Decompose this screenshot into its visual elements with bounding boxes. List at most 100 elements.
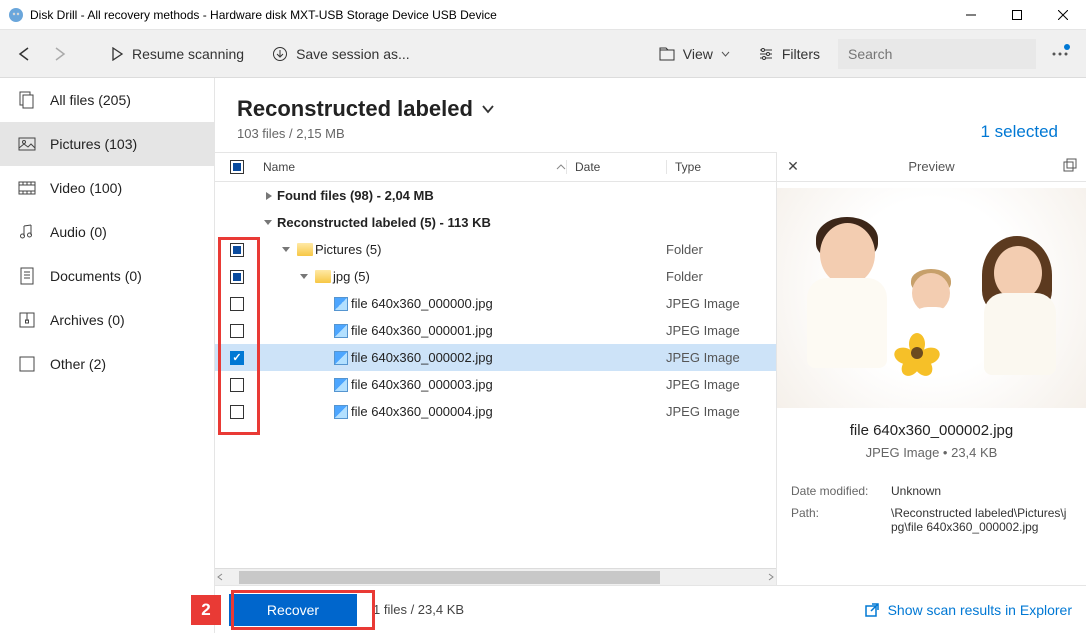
preview-filename: file 640x360_000002.jpg — [791, 422, 1072, 439]
sidebar-item-archives[interactable]: Archives (0) — [0, 298, 214, 342]
search-input[interactable] — [838, 39, 1036, 69]
row-type: JPEG Image — [666, 377, 776, 392]
tree-row-jpg[interactable]: jpg (5) Folder — [215, 263, 776, 290]
close-button[interactable] — [1040, 0, 1086, 30]
sidebar-item-label: Documents (0) — [50, 268, 142, 284]
popout-button[interactable] — [1060, 158, 1080, 175]
more-menu-button[interactable] — [1044, 38, 1076, 70]
row-label: file 640x360_000004.jpg — [351, 404, 566, 419]
chevron-down-icon — [481, 104, 495, 114]
save-session-label: Save session as... — [296, 46, 410, 62]
row-type: JPEG Image — [666, 350, 776, 365]
select-all-checkbox[interactable] — [230, 160, 244, 174]
folder-icon — [315, 270, 331, 283]
folder-icon — [659, 47, 675, 61]
checkbox[interactable] — [230, 243, 244, 257]
row-label: file 640x360_000000.jpg — [351, 296, 566, 311]
horizontal-scrollbar[interactable] — [215, 568, 776, 585]
file-row[interactable]: file 640x360_000001.jpg JPEG Image — [215, 317, 776, 344]
play-icon — [110, 47, 124, 61]
tree-row-pictures[interactable]: Pictures (5) Folder — [215, 236, 776, 263]
meta-path-value: \Reconstructed labeled\Pictures\jpg\file… — [891, 506, 1072, 534]
row-label: Reconstructed labeled (5) - 113 KB — [277, 215, 566, 230]
checkbox[interactable] — [230, 378, 244, 392]
back-button[interactable] — [10, 40, 38, 68]
selected-count: 1 selected — [981, 122, 1059, 142]
sidebar-item-all-files[interactable]: All files (205) — [0, 78, 214, 122]
image-file-icon — [334, 297, 348, 311]
file-row[interactable]: file 640x360_000004.jpg JPEG Image — [215, 398, 776, 425]
footer: Recover 1 files / 23,4 KB Show scan resu… — [215, 585, 1086, 633]
footer-status: 1 files / 23,4 KB — [373, 602, 464, 617]
minimize-button[interactable] — [948, 0, 994, 30]
app-icon — [8, 7, 24, 23]
recover-button[interactable]: Recover — [229, 594, 357, 626]
checkbox[interactable] — [230, 270, 244, 284]
sort-icon — [556, 163, 566, 171]
resume-scanning-button[interactable]: Resume scanning — [100, 42, 254, 66]
table-header: Name Date Type — [215, 152, 776, 182]
tree-row-reconstructed[interactable]: Reconstructed labeled (5) - 113 KB — [215, 209, 776, 236]
file-row[interactable]: file 640x360_000003.jpg JPEG Image — [215, 371, 776, 398]
tree-row-found-files[interactable]: Found files (98) - 2,04 MB — [215, 182, 776, 209]
preview-title: Preview — [803, 159, 1060, 174]
checkbox[interactable] — [230, 405, 244, 419]
sidebar-item-pictures[interactable]: Pictures (103) — [0, 122, 214, 166]
meta-path-label: Path: — [791, 506, 891, 534]
row-type: Folder — [666, 242, 776, 257]
forward-button[interactable] — [46, 40, 74, 68]
checkbox[interactable] — [230, 297, 244, 311]
meta-date-label: Date modified: — [791, 484, 891, 498]
view-dropdown[interactable]: View — [649, 42, 740, 66]
checkbox[interactable] — [230, 351, 244, 365]
row-label: file 640x360_000003.jpg — [351, 377, 566, 392]
image-file-icon — [334, 351, 348, 365]
toolbar: Resume scanning Save session as... View … — [0, 30, 1086, 78]
download-icon — [272, 46, 288, 62]
row-label: jpg (5) — [333, 269, 566, 284]
filters-button[interactable]: Filters — [748, 42, 830, 66]
save-session-button[interactable]: Save session as... — [262, 42, 420, 66]
filters-icon — [758, 47, 774, 61]
titlebar: Disk Drill - All recovery methods - Hard… — [0, 0, 1086, 30]
row-label: Found files (98) - 2,04 MB — [277, 188, 566, 203]
preview-image — [777, 188, 1086, 408]
sidebar: All files (205) Pictures (103) Video (10… — [0, 78, 215, 633]
files-icon — [18, 91, 36, 109]
row-type: JPEG Image — [666, 404, 776, 419]
resume-scanning-label: Resume scanning — [132, 46, 244, 62]
scroll-left-icon — [215, 572, 225, 582]
row-type: JPEG Image — [666, 323, 776, 338]
sidebar-item-video[interactable]: Video (100) — [0, 166, 214, 210]
show-in-explorer-link[interactable]: Show scan results in Explorer — [864, 602, 1072, 618]
image-file-icon — [334, 405, 348, 419]
video-icon — [18, 179, 36, 197]
file-row-selected[interactable]: file 640x360_000002.jpg JPEG Image — [215, 344, 776, 371]
content-area: Reconstructed labeled 103 files / 2,15 M… — [215, 78, 1086, 633]
filters-label: Filters — [782, 46, 820, 62]
maximize-button[interactable] — [994, 0, 1040, 30]
image-file-icon — [334, 378, 348, 392]
scrollbar-thumb[interactable] — [239, 571, 660, 584]
checkbox[interactable] — [230, 324, 244, 338]
image-file-icon — [334, 324, 348, 338]
sidebar-item-audio[interactable]: Audio (0) — [0, 210, 214, 254]
sidebar-item-label: All files (205) — [50, 92, 131, 108]
view-label: View — [683, 46, 713, 62]
explorer-link-label: Show scan results in Explorer — [888, 602, 1072, 618]
file-row[interactable]: file 640x360_000000.jpg JPEG Image — [215, 290, 776, 317]
tree-area: Found files (98) - 2,04 MB Reconstructed… — [215, 182, 776, 568]
sidebar-item-label: Audio (0) — [50, 224, 107, 240]
meta-date-value: Unknown — [891, 484, 1072, 498]
row-label: file 640x360_000001.jpg — [351, 323, 566, 338]
sidebar-item-label: Pictures (103) — [50, 136, 137, 152]
sidebar-item-other[interactable]: Other (2) — [0, 342, 214, 386]
documents-icon — [18, 267, 36, 285]
content-title[interactable]: Reconstructed labeled — [237, 96, 981, 122]
col-date-header[interactable]: Date — [566, 160, 666, 174]
col-type-header[interactable]: Type — [666, 160, 776, 174]
content-subtitle: 103 files / 2,15 MB — [237, 126, 981, 141]
close-preview-button[interactable]: ✕ — [783, 158, 803, 175]
sidebar-item-documents[interactable]: Documents (0) — [0, 254, 214, 298]
sidebar-item-label: Other (2) — [50, 356, 106, 372]
